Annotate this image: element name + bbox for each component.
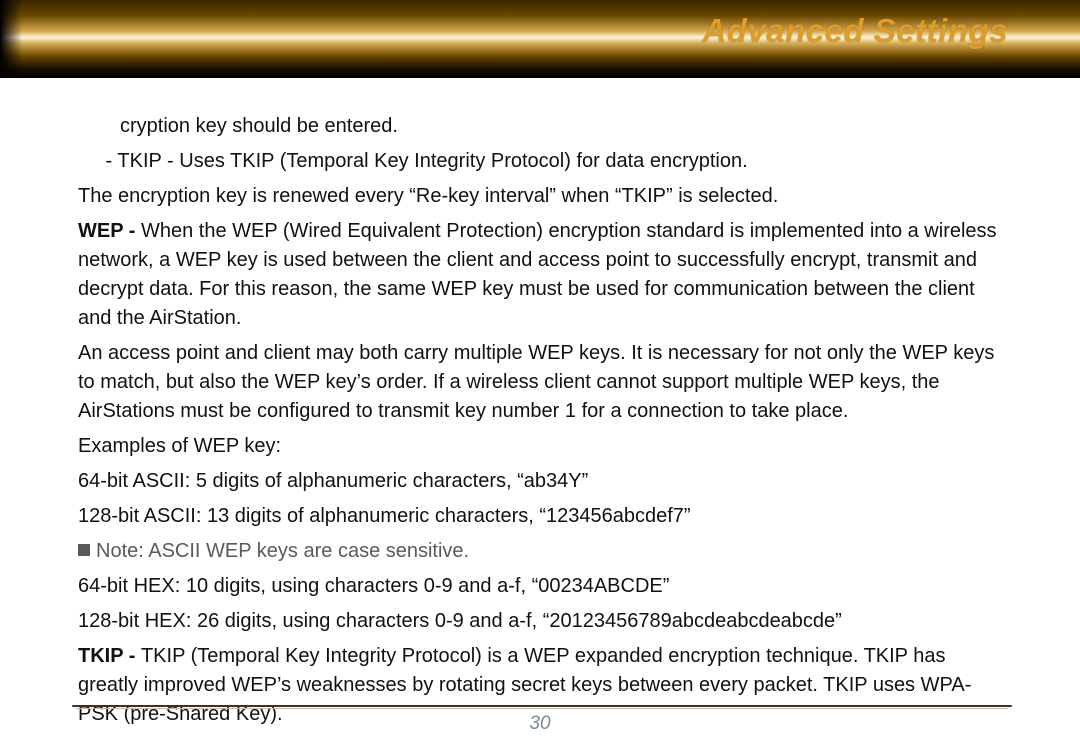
- examples-heading: Examples of WEP key:: [78, 432, 1008, 461]
- line-cryption-fragment: cryption key should be entered.: [78, 112, 1008, 141]
- page-number: 30: [0, 713, 1080, 735]
- paragraph-access-point-client: An access point and client may both carr…: [78, 339, 1008, 426]
- footer-divider-light: [76, 708, 1008, 709]
- example-64bit-ascii: 64-bit ASCII: 5 digits of alphanumeric c…: [78, 467, 1008, 496]
- header-title: Advanced Settings: [702, 12, 1008, 50]
- header-band: Advanced Settings: [0, 0, 1080, 78]
- wep-body: When the WEP (Wired Equivalent Protectio…: [78, 220, 997, 329]
- note-text: Note: ASCII WEP keys are case sensitive.: [96, 540, 469, 562]
- body-content: cryption key should be entered. - TKIP -…: [0, 78, 1080, 729]
- tkip-label: TKIP -: [78, 645, 141, 667]
- note-bullet-icon: [78, 544, 90, 556]
- example-64bit-hex: 64-bit HEX: 10 digits, using characters …: [78, 572, 1008, 601]
- section-wep: WEP - When the WEP (Wired Equivalent Pro…: [78, 217, 1008, 333]
- footer-divider: [72, 705, 1012, 711]
- note-case-sensitive: Note: ASCII WEP keys are case sensitive.: [78, 537, 1008, 566]
- wep-label: WEP -: [78, 220, 141, 242]
- example-128bit-ascii: 128-bit ASCII: 13 digits of alphanumeric…: [78, 502, 1008, 531]
- example-128bit-hex: 128-bit HEX: 26 digits, using characters…: [78, 607, 1008, 636]
- line-tkip-bullet: - TKIP - Uses TKIP (Temporal Key Integri…: [78, 147, 1008, 176]
- footer-divider-dark: [72, 705, 1012, 707]
- line-rekey-interval: The encryption key is renewed every “Re-…: [78, 182, 1008, 211]
- page-root: Advanced Settings cryption key should be…: [0, 0, 1080, 747]
